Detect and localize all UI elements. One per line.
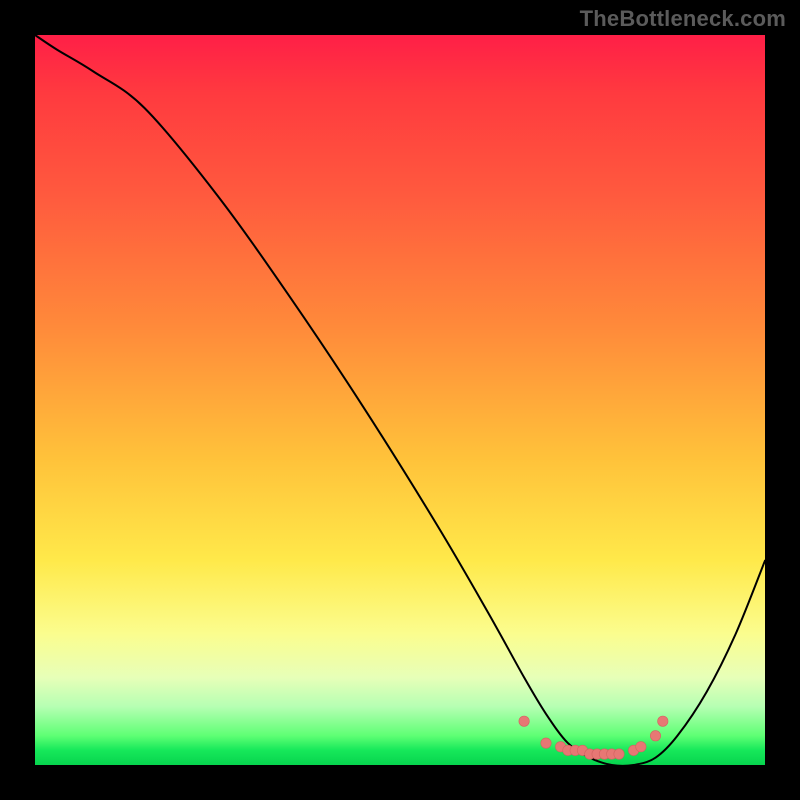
- trough-marker: [519, 716, 529, 726]
- bottleneck-curve-line: [35, 35, 765, 766]
- trough-marker: [614, 749, 624, 759]
- plot-area: [35, 35, 765, 765]
- trough-marker: [650, 731, 660, 741]
- trough-markers-group: [519, 716, 668, 759]
- trough-marker: [658, 716, 668, 726]
- watermark-text: TheBottleneck.com: [580, 6, 786, 32]
- chart-frame: TheBottleneck.com: [0, 0, 800, 800]
- trough-marker: [541, 738, 551, 748]
- chart-svg: [35, 35, 765, 765]
- trough-marker: [636, 742, 646, 752]
